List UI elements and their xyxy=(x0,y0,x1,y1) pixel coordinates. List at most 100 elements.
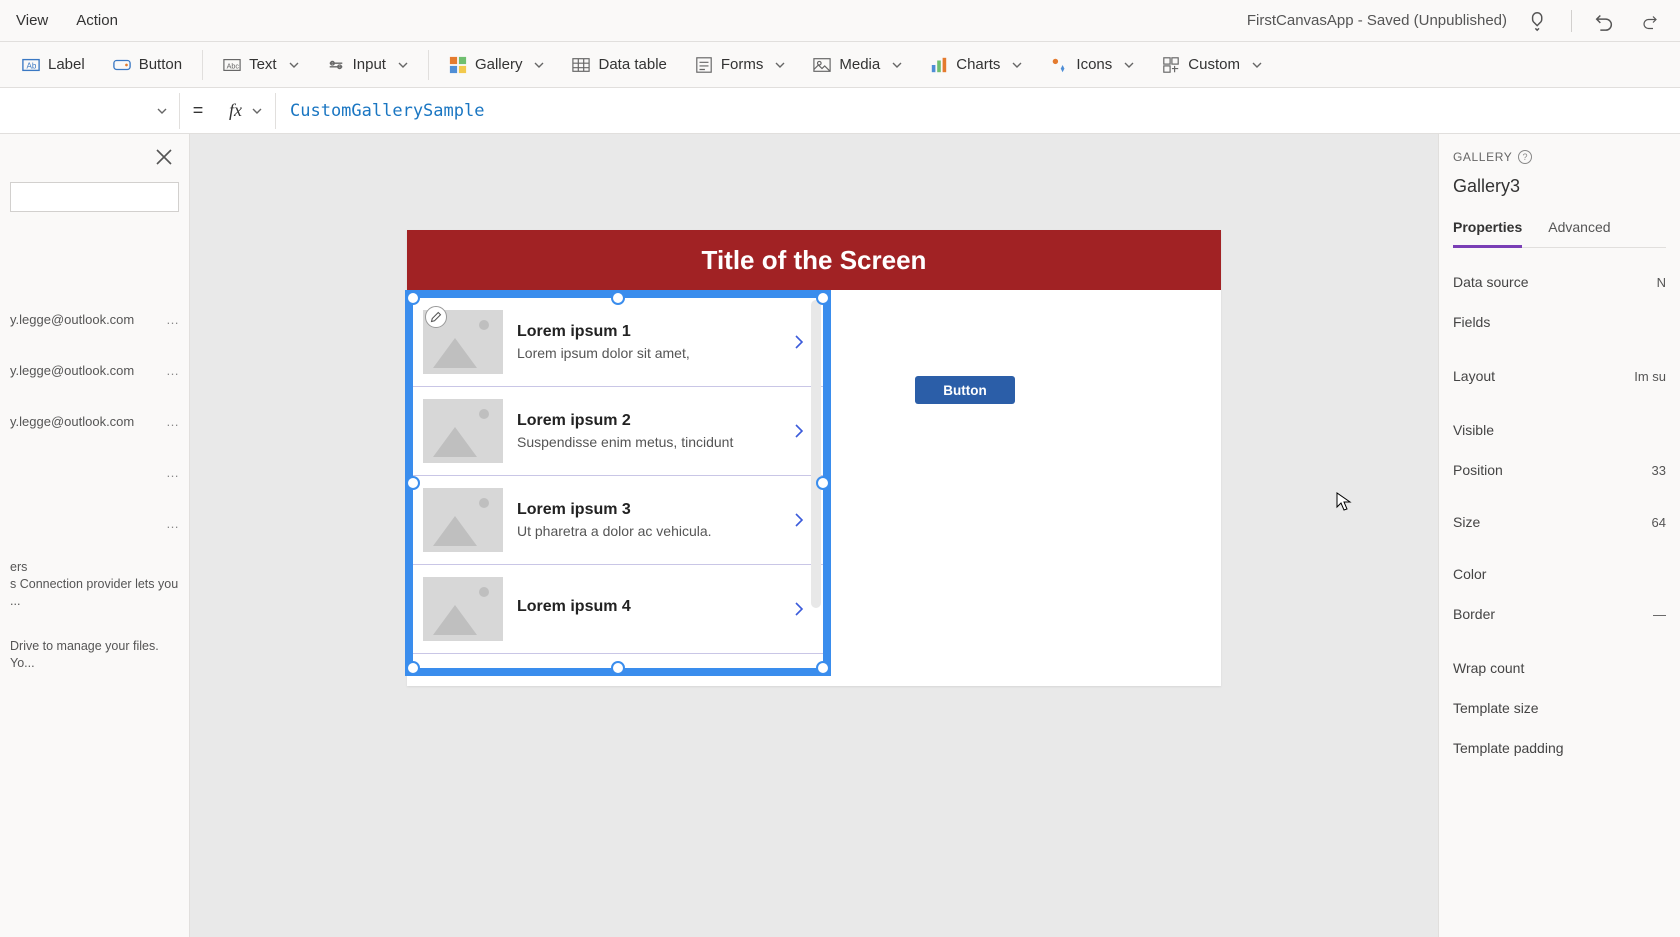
connector-description: erss Connection provider lets you ... xyxy=(6,557,183,636)
chevron-right-icon[interactable] xyxy=(791,512,807,528)
ribbon-icons-text: Icons xyxy=(1076,56,1112,73)
more-icon[interactable]: … xyxy=(166,465,179,480)
canvas-area[interactable]: Title of the Screen Lorem ipsum 1 Lorem … xyxy=(190,134,1438,937)
ribbon-label-text: Label xyxy=(48,56,85,73)
ribbon-gallery[interactable]: Gallery xyxy=(435,50,559,80)
prop-border[interactable]: Border— xyxy=(1453,594,1666,634)
data-source-row[interactable]: y.legge@outlook.com… xyxy=(6,353,183,404)
svg-text:Abc: Abc xyxy=(227,61,240,70)
info-icon[interactable]: ? xyxy=(1518,150,1532,164)
ribbon-button[interactable]: Button xyxy=(99,50,196,80)
data-source-row[interactable]: y.legge@outlook.com… xyxy=(6,404,183,455)
more-icon[interactable]: … xyxy=(166,312,179,327)
menu-action[interactable]: Action xyxy=(76,12,118,29)
prop-wrap-count[interactable]: Wrap count xyxy=(1453,634,1666,688)
svg-text:Ab: Ab xyxy=(27,61,37,70)
properties-panel: GALLERY ? Gallery3 Properties Advanced D… xyxy=(1438,134,1680,937)
chevron-down-icon xyxy=(1252,60,1262,70)
gallery-item[interactable]: Lorem ipsum 3 Ut pharetra a dolor ac veh… xyxy=(413,476,823,565)
forms-icon xyxy=(695,56,713,74)
screen-title-bar[interactable]: Title of the Screen xyxy=(407,230,1221,290)
gallery-item[interactable]: Lorem ipsum 2 Suspendisse enim metus, ti… xyxy=(413,387,823,476)
prop-color[interactable]: Color xyxy=(1453,554,1666,594)
gallery-scrollbar[interactable] xyxy=(811,300,821,608)
chevron-right-icon[interactable] xyxy=(791,423,807,439)
fx-label[interactable]: fx xyxy=(216,93,276,129)
ribbon-forms-text: Forms xyxy=(721,56,764,73)
app-title: FirstCanvasApp - Saved (Unpublished) xyxy=(1247,12,1507,29)
fx-text: fx xyxy=(229,100,242,121)
ribbon-data-table[interactable]: Data table xyxy=(558,50,680,80)
gallery-control-selected[interactable]: Lorem ipsum 1 Lorem ipsum dolor sit amet… xyxy=(405,290,831,676)
chevron-right-icon[interactable] xyxy=(791,601,807,617)
redo-icon[interactable] xyxy=(1636,7,1664,35)
chevron-down-icon xyxy=(892,60,902,70)
formula-bar: = fx xyxy=(0,88,1680,134)
canvas-button-control[interactable]: Button xyxy=(915,376,1015,404)
gallery-item-title: Lorem ipsum 2 xyxy=(517,412,777,430)
ribbon-data-table-text: Data table xyxy=(598,56,666,73)
chevron-down-icon xyxy=(775,60,785,70)
prop-position[interactable]: Position33 xyxy=(1453,450,1666,490)
app-checker-icon[interactable] xyxy=(1525,7,1553,35)
data-source-row[interactable]: y.legge@outlook.com… xyxy=(6,302,183,353)
left-search-input[interactable] xyxy=(10,182,179,212)
prop-template-padding[interactable]: Template padding xyxy=(1453,728,1666,768)
gallery-item-title: Lorem ipsum 1 xyxy=(517,323,777,341)
ribbon-custom-text: Custom xyxy=(1188,56,1240,73)
ribbon-gallery-text: Gallery xyxy=(475,56,523,73)
prop-visible[interactable]: Visible xyxy=(1453,410,1666,450)
prop-fields[interactable]: Fields xyxy=(1453,302,1666,342)
gallery-item-title: Lorem ipsum 4 xyxy=(517,598,777,616)
formula-input[interactable] xyxy=(276,88,1680,133)
data-source-row[interactable]: … xyxy=(6,455,183,506)
chevron-down-icon xyxy=(252,106,262,116)
chevron-down-icon xyxy=(289,60,299,70)
gallery-item-subtitle: Ut pharetra a dolor ac vehicula. xyxy=(517,523,777,539)
chevron-down-icon xyxy=(534,60,544,70)
gallery-icon xyxy=(449,56,467,74)
control-name[interactable]: Gallery3 xyxy=(1453,176,1666,197)
tab-properties[interactable]: Properties xyxy=(1453,213,1522,248)
undo-icon[interactable] xyxy=(1590,7,1618,35)
ribbon-media[interactable]: Media xyxy=(799,50,916,80)
ribbon-input-text: Input xyxy=(353,56,386,73)
ribbon-input[interactable]: Input xyxy=(313,50,422,80)
gallery-item[interactable]: Lorem ipsum 1 Lorem ipsum dolor sit amet… xyxy=(413,298,823,387)
custom-icon xyxy=(1162,56,1180,74)
more-icon[interactable]: … xyxy=(166,414,179,429)
property-dropdown[interactable] xyxy=(0,93,180,129)
app-screen[interactable]: Title of the Screen Lorem ipsum 1 Lorem … xyxy=(407,230,1221,686)
connector-description: Drive to manage your files. Yo... xyxy=(6,636,183,698)
ribbon-custom[interactable]: Custom xyxy=(1148,50,1276,80)
tab-advanced[interactable]: Advanced xyxy=(1548,213,1610,247)
more-icon[interactable]: … xyxy=(166,516,179,531)
ribbon-forms[interactable]: Forms xyxy=(681,50,800,80)
chevron-right-icon[interactable] xyxy=(791,334,807,350)
sample-image-icon xyxy=(423,488,503,552)
chevron-down-icon xyxy=(1012,60,1022,70)
media-icon xyxy=(813,56,831,74)
data-source-row[interactable]: … xyxy=(6,506,183,557)
chevron-down-icon xyxy=(398,60,408,70)
chevron-down-icon xyxy=(157,106,167,116)
prop-size[interactable]: Size64 xyxy=(1453,490,1666,554)
menu-view[interactable]: View xyxy=(16,12,48,29)
sample-image-icon xyxy=(423,577,503,641)
ribbon-label[interactable]: Ab Label xyxy=(8,50,99,80)
ribbon-icons[interactable]: Icons xyxy=(1036,50,1148,80)
prop-template-size[interactable]: Template size xyxy=(1453,688,1666,728)
prop-data-source[interactable]: Data sourceN xyxy=(1453,262,1666,302)
close-icon[interactable] xyxy=(155,148,173,166)
gallery-item-subtitle: Suspendisse enim metus, tincidunt xyxy=(517,434,777,450)
input-icon xyxy=(327,56,345,74)
chevron-down-icon xyxy=(1124,60,1134,70)
ribbon-text[interactable]: Abc Text xyxy=(209,50,313,80)
ribbon-text-text: Text xyxy=(249,56,277,73)
gallery-item[interactable]: Lorem ipsum 4 xyxy=(413,565,823,654)
ribbon-charts[interactable]: Charts xyxy=(916,50,1036,80)
more-icon[interactable]: … xyxy=(166,363,179,378)
ribbon-button-text: Button xyxy=(139,56,182,73)
edit-gallery-icon[interactable] xyxy=(425,306,447,328)
prop-layout[interactable]: LayoutIm su xyxy=(1453,342,1666,410)
